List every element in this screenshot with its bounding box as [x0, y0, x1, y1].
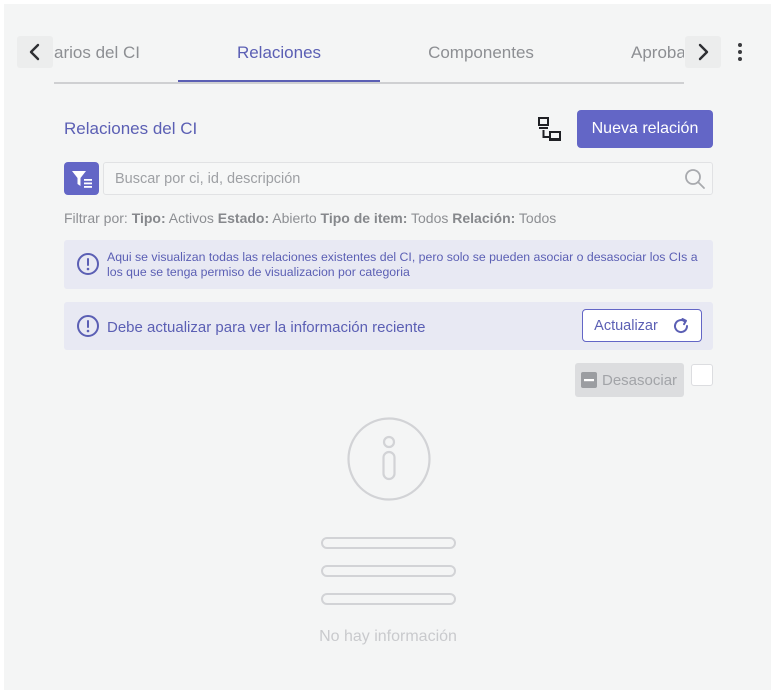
notice-text: Aqui se visualizan todas las relaciones … — [107, 250, 698, 279]
filter-estado-label: Estado: — [217, 210, 270, 226]
refresh-icon — [673, 317, 688, 333]
exclamation-circle-icon — [77, 315, 99, 337]
refresh-button[interactable]: Actualizar — [582, 309, 702, 342]
refresh-text: Debe actualizar para ver la información … — [107, 319, 426, 336]
chevron-right-icon — [698, 43, 709, 61]
refresh-button-label: Actualizar — [594, 317, 658, 334]
section-title: Relaciones del CI — [64, 119, 198, 138]
permissions-notice: Aqui se visualizan todas las relaciones … — [64, 240, 713, 289]
more-options-button[interactable] — [726, 36, 754, 68]
minus-square-icon — [581, 372, 597, 388]
filter-icon — [71, 170, 92, 188]
tab-bar: arios del CI Relaciones Componentes Apro… — [54, 32, 684, 84]
tab-comentarios[interactable]: arios del CI — [54, 32, 164, 80]
filter-estado-value: Abierto — [272, 210, 317, 226]
filter-tipo-item-label: Tipo de item: — [320, 210, 408, 226]
refresh-notice: Debe actualizar para ver la información … — [64, 302, 713, 350]
active-filters: Filtrar por: Tipo: Activos Estado: Abier… — [64, 210, 556, 226]
kebab-dot — [738, 43, 742, 47]
filter-tipo-value: Activos — [168, 210, 214, 226]
kebab-dot — [738, 50, 742, 54]
select-all-checkbox[interactable] — [691, 364, 713, 386]
filters-prefix: Filtrar por: — [64, 210, 128, 226]
hierarchy-view-icon[interactable] — [536, 116, 566, 142]
filter-tipo-item-value: Todos — [411, 210, 449, 226]
search-input[interactable] — [104, 163, 675, 194]
filter-tipo-label: Tipo: — [131, 210, 166, 226]
tab-relaciones[interactable]: Relaciones — [178, 32, 380, 82]
disassociate-button[interactable]: Desasociar — [575, 363, 684, 397]
exclamation-circle-icon — [77, 253, 99, 275]
kebab-dot — [738, 57, 742, 61]
filter-relacion-label: Relación: — [452, 210, 516, 226]
empty-state-text: No hay información — [319, 628, 457, 645]
info-circle-icon — [347, 417, 431, 501]
filter-button[interactable] — [64, 162, 99, 195]
tab-prev-button[interactable] — [17, 36, 53, 68]
empty-list-icon — [321, 537, 456, 605]
filter-relacion-value: Todos — [518, 210, 557, 226]
tab-aprobaciones[interactable]: Aproba — [631, 32, 684, 80]
search-field — [103, 162, 713, 195]
disassociate-label: Desasociar — [602, 371, 678, 389]
new-relation-button[interactable]: Nueva relación — [577, 110, 713, 148]
tab-componentes[interactable]: Componentes — [380, 32, 582, 80]
tab-next-button[interactable] — [685, 36, 721, 68]
chevron-left-icon — [29, 43, 40, 61]
search-icon[interactable] — [684, 168, 706, 190]
